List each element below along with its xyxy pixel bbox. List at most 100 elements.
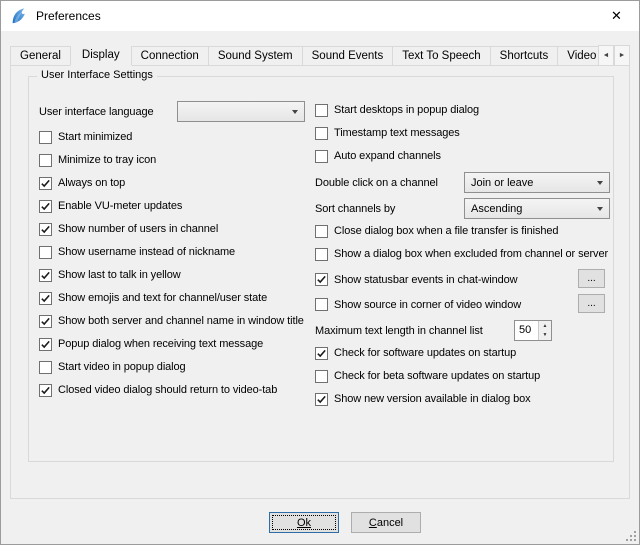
checkbox-label: Check for software updates on startup (334, 347, 516, 359)
spinner-label: Maximum text length in channel list (315, 325, 483, 337)
checkbox[interactable] (39, 384, 52, 397)
checkbox-label: Close dialog box when a file transfer is… (334, 225, 558, 237)
select-row: Sort channels by Ascending (315, 198, 617, 219)
checkbox[interactable] (39, 292, 52, 305)
checkbox-row: Show number of users in channel (39, 222, 315, 236)
close-button[interactable]: ✕ (594, 1, 639, 30)
tab-sound-events[interactable]: Sound Events (302, 46, 394, 66)
checkbox-label: Auto expand channels (334, 150, 441, 162)
check-icon (40, 201, 51, 212)
spinner-arrows: ▲▼ (538, 321, 551, 340)
checkbox-label: Timestamp text messages (334, 127, 460, 139)
checkbox-button-row: Show source in corner of video window... (315, 295, 617, 314)
spin-down-button[interactable]: ▼ (539, 331, 551, 341)
checkbox[interactable] (39, 131, 52, 144)
checkbox[interactable] (39, 361, 52, 374)
checkbox-row: Start video in popup dialog (39, 360, 315, 374)
title-bar: Preferences ✕ (1, 1, 639, 31)
cancel-button[interactable]: Cancel (351, 512, 421, 533)
dropdown-value: Join or leave (471, 177, 593, 189)
ellipsis-button[interactable]: ... (578, 294, 605, 313)
user-interface-settings-group: User Interface Settings User interface l… (28, 76, 614, 462)
checkbox-row: Show a dialog box when excluded from cha… (315, 247, 617, 261)
checkbox-row: Check for software updates on startup (315, 346, 617, 360)
check-icon (40, 316, 51, 327)
checkbox[interactable] (39, 315, 52, 328)
cancel-button-label: ancel (377, 517, 403, 529)
checkbox-label: Check for beta software updates on start… (334, 370, 540, 382)
spin-up-button[interactable]: ▲ (539, 321, 551, 331)
select-row: User interface language (39, 101, 315, 122)
checkbox-label: Show username instead of nickname (58, 246, 235, 258)
tab-scroll-right-button[interactable]: ► (614, 45, 630, 66)
checkbox[interactable] (39, 338, 52, 351)
tab-scroll-left-button[interactable]: ◄ (598, 45, 614, 66)
ok-button-label: Ok (297, 517, 311, 529)
checkbox-label: Show statusbar events in chat-window (334, 274, 518, 286)
checkbox-row: Check for beta software updates on start… (315, 369, 617, 383)
checkbox-row: Auto expand channels (315, 149, 617, 163)
select-row: Double click on a channel Join or leave (315, 172, 617, 193)
tab-sound-system[interactable]: Sound System (208, 46, 303, 66)
checkbox[interactable] (315, 127, 328, 140)
checkbox[interactable] (39, 154, 52, 167)
checkbox-label: Show new version available in dialog box (334, 393, 531, 405)
checkbox-label: Popup dialog when receiving text message (58, 338, 263, 350)
checkbox-label: Start video in popup dialog (58, 361, 186, 373)
ellipsis-button[interactable]: ... (578, 269, 605, 288)
checkbox[interactable] (315, 273, 328, 286)
spinner-value: 50 (515, 321, 538, 340)
checkbox-row: Closed video dialog should return to vid… (39, 383, 315, 397)
checkbox[interactable] (315, 298, 328, 311)
checkbox[interactable] (39, 177, 52, 190)
window-title: Preferences (36, 9, 101, 23)
dropdown[interactable]: Join or leave (464, 172, 610, 193)
checkbox[interactable] (315, 225, 328, 238)
check-icon (316, 348, 327, 359)
checkbox-label: Enable VU-meter updates (58, 200, 182, 212)
chevron-down-icon (597, 207, 603, 211)
checkbox-label: Closed video dialog should return to vid… (58, 384, 277, 396)
checkbox-label: Start minimized (58, 131, 132, 143)
tab-bar: GeneralDisplayConnectionSound SystemSoun… (10, 46, 600, 66)
resize-grip[interactable] (625, 530, 637, 542)
checkbox[interactable] (39, 246, 52, 259)
checkbox[interactable] (39, 200, 52, 213)
checkbox[interactable] (315, 150, 328, 163)
number-spinner[interactable]: 50▲▼ (514, 320, 552, 341)
tab-video[interactable]: Video (557, 46, 600, 66)
checkbox-label: Show last to talk in yellow (58, 269, 181, 281)
left-settings-column: User interface languageStart minimizedMi… (39, 101, 315, 406)
checkbox[interactable] (315, 393, 328, 406)
select-label: User interface language (39, 106, 154, 118)
tab-general[interactable]: General (10, 46, 71, 66)
checkbox-row: Show both server and channel name in win… (39, 314, 315, 328)
tab-display[interactable]: Display (70, 46, 132, 66)
checkbox[interactable] (315, 370, 328, 383)
checkbox[interactable] (315, 248, 328, 261)
checkbox-label: Show source in corner of video window (334, 299, 521, 311)
dropdown[interactable]: Ascending (464, 198, 610, 219)
dropdown[interactable] (177, 101, 305, 122)
tab-shortcuts[interactable]: Shortcuts (490, 46, 559, 66)
checkbox-label: Show number of users in channel (58, 223, 218, 235)
select-label: Double click on a channel (315, 177, 438, 189)
checkbox-row: Close dialog box when a file transfer is… (315, 224, 617, 238)
checkbox-label: Show both server and channel name in win… (58, 315, 304, 327)
cancel-mnemonic: C (369, 517, 377, 529)
checkbox-label: Start desktops in popup dialog (334, 104, 479, 116)
checkbox[interactable] (315, 347, 328, 360)
select-label: Sort channels by (315, 203, 395, 215)
checkbox[interactable] (315, 104, 328, 117)
checkbox[interactable] (39, 223, 52, 236)
checkbox-row: Show new version available in dialog box (315, 392, 617, 406)
checkbox[interactable] (39, 269, 52, 282)
checkbox-row: Always on top (39, 176, 315, 190)
tab-connection[interactable]: Connection (131, 46, 209, 66)
check-icon (40, 385, 51, 396)
spinner-row: Maximum text length in channel list 50▲▼ (315, 320, 617, 342)
check-icon (40, 270, 51, 281)
right-settings-column: Start desktops in popup dialog Timestamp … (315, 103, 617, 415)
tab-text-to-speech[interactable]: Text To Speech (392, 46, 490, 66)
ok-button[interactable]: Ok (269, 512, 339, 533)
